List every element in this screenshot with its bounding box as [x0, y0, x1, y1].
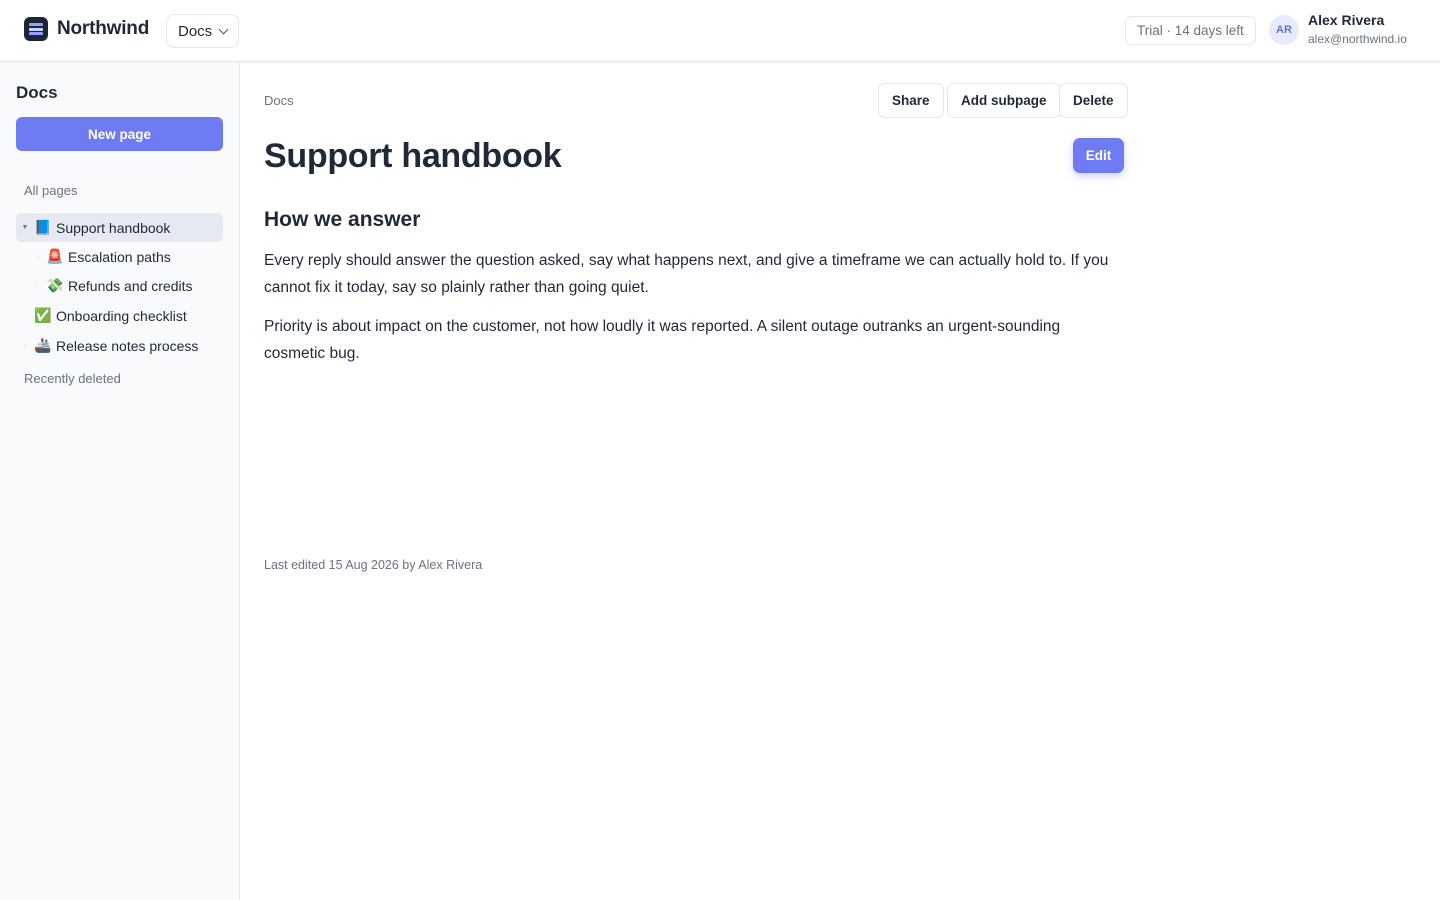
sidebar-item-label: Support handbook [56, 219, 171, 236]
paragraph: Every reply should answer the question a… [264, 252, 1109, 296]
sidebar-item-label: Release notes process [56, 337, 199, 354]
section-heading: How we answer [264, 208, 421, 231]
sidebar-item-support-handbook[interactable]: ▼ 📘 Support handbook [16, 213, 223, 242]
user-email: alex@northwind.io [1308, 32, 1407, 46]
edit-button[interactable]: Edit [1073, 138, 1124, 173]
paragraph: Priority is about impact on the customer… [264, 318, 1061, 362]
sidebar-title: Docs [16, 83, 58, 102]
page-title: Support handbook [264, 137, 562, 175]
breadcrumb[interactable]: Docs [264, 93, 294, 108]
ship-icon: 🚢 [34, 337, 52, 353]
add-subpage-button[interactable]: Add subpage [947, 83, 1061, 118]
workspace-select-label: Docs [178, 22, 213, 40]
sidebar-item-escalation-paths[interactable]: · 🚨 Escalation paths [16, 242, 223, 271]
brand-name: Northwind [57, 18, 150, 39]
last-edited-meta: Last edited 15 Aug 2026 by Alex Rivera [264, 558, 483, 572]
sidebar-item-label: Onboarding checklist [56, 307, 187, 324]
chevron-down-icon [218, 24, 229, 34]
delete-button[interactable]: Delete [1059, 83, 1128, 118]
recently-deleted-link[interactable]: Recently deleted [24, 371, 121, 386]
user-name: Alex Rivera [1308, 12, 1385, 28]
workspace-select[interactable]: Docs [166, 14, 240, 48]
avatar[interactable]: AR [1269, 15, 1299, 45]
siren-icon: 🚨 [46, 248, 64, 264]
new-page-button[interactable]: New page [16, 117, 223, 151]
northwind-logo-icon [24, 17, 48, 41]
bullet-icon: · [35, 280, 39, 291]
sidebar-item-refunds-and-credits[interactable]: · 💸 Refunds and credits [16, 271, 223, 300]
book-icon: 📘 [34, 219, 52, 235]
caret-down-icon[interactable]: ▼ [16, 224, 34, 231]
money-wings-icon: 💸 [46, 277, 64, 293]
bullet-icon: · [35, 251, 39, 262]
top-bar: Northwind Docs Trial · 14 days left AR A… [0, 0, 1440, 62]
sidebar-item-label: Refunds and credits [68, 277, 193, 294]
check-mark-icon: ✅ [34, 307, 52, 323]
sidebar-item-onboarding-checklist[interactable]: ✅ Onboarding checklist [16, 301, 223, 330]
brand[interactable]: Northwind [24, 17, 149, 41]
sidebar-item-release-notes-process[interactable]: · 🚢 Release notes process [16, 331, 223, 360]
all-pages-label: All pages [24, 183, 78, 198]
share-button[interactable]: Share [878, 83, 944, 118]
trial-badge[interactable]: Trial · 14 days left [1125, 16, 1256, 45]
bullet-icon: · [23, 340, 27, 351]
sidebar-item-label: Escalation paths [68, 248, 171, 265]
sidebar: Docs New page All pages ▼ 📘 Support hand… [0, 63, 240, 900]
